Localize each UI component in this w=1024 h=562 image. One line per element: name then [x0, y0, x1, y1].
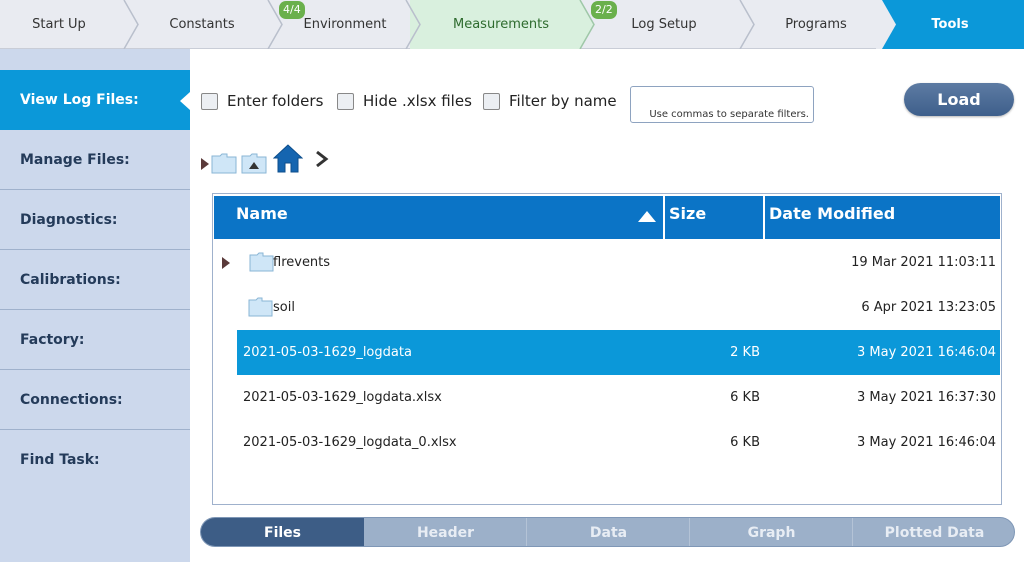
tab-files[interactable]: Files: [201, 518, 364, 546]
chevron-right-icon[interactable]: [314, 150, 330, 168]
filter-hint: Use commas to separate filters.: [649, 109, 809, 120]
step-separator-icon: [739, 0, 755, 49]
file-name: flrevents: [273, 255, 331, 270]
tab-data[interactable]: Data: [527, 518, 690, 546]
sidebar-item-find-task[interactable]: Find Task:: [0, 430, 190, 490]
enter-folders-checkbox[interactable]: [201, 92, 218, 110]
step-separator-icon: [123, 0, 139, 49]
sidebar-item-label: Manage Files:: [20, 152, 130, 168]
hide-xlsx-checkbox[interactable]: [337, 92, 354, 110]
sidebar-item-connections[interactable]: Connections:: [0, 370, 190, 430]
step-label: Environment: [303, 17, 387, 32]
filter-by-name-label: Filter by name: [509, 92, 617, 110]
step-label: Measurements: [452, 17, 550, 32]
sidebar-item-label: Diagnostics:: [20, 212, 118, 228]
sidebar-item-label: Connections:: [20, 392, 123, 408]
file-date: 19 Mar 2021 11:03:11: [851, 255, 996, 270]
step-label: Constants: [169, 17, 235, 32]
column-header-label: Date Modified: [769, 204, 896, 223]
tab-label: Header: [416, 525, 475, 541]
sidebar-item-label: View Log Files:: [20, 92, 139, 108]
enter-folders-label: Enter folders: [227, 92, 324, 110]
folder-icon[interactable]: [211, 152, 237, 174]
hide-xlsx-label: Hide .xlsx files: [363, 92, 472, 110]
file-table: Name Size Date Modified flrevents 19 Mar…: [212, 193, 1002, 505]
step-programs[interactable]: Programs: [748, 0, 884, 49]
wizard-bar: Start Up Constants Environment 4/4 Measu…: [0, 0, 1024, 49]
step-badge: 4/4: [279, 1, 305, 19]
file-size: 6 KB: [730, 390, 760, 405]
filter-input[interactable]: Use commas to separate filters.: [630, 86, 814, 123]
home-icon[interactable]: [273, 143, 303, 174]
table-header: Name Size Date Modified: [214, 196, 1000, 239]
tab-label: Graph: [747, 525, 796, 541]
file-size: 2 KB: [730, 345, 760, 360]
column-header-date-modified[interactable]: Date Modified: [769, 196, 999, 239]
step-label: Log Setup: [631, 17, 697, 32]
enter-folders-option[interactable]: Enter folders: [201, 92, 323, 110]
view-tabs: Files Header Data Graph Plotted Data: [200, 517, 1015, 547]
sidebar-item-factory[interactable]: Factory:: [0, 310, 190, 370]
file-name: 2021-05-03-1629_logdata_0.xlsx: [243, 435, 457, 450]
table-row[interactable]: 2021-05-03-1629_logdata_0.xlsx 6 KB 3 Ma…: [237, 420, 1000, 465]
table-row[interactable]: flrevents 19 Mar 2021 11:03:11: [214, 240, 1000, 285]
tab-label: Data: [589, 525, 628, 541]
column-header-label: Name: [236, 204, 288, 223]
file-name: 2021-05-03-1629_logdata.xlsx: [243, 390, 442, 405]
step-separator-icon: [876, 0, 896, 49]
sidebar-item-diagnostics[interactable]: Diagnostics:: [0, 190, 190, 250]
step-measurements[interactable]: Measurements: [414, 0, 588, 49]
table-row-selected[interactable]: 2021-05-03-1629_logdata 2 KB 3 May 2021 …: [237, 330, 1000, 375]
column-header-name[interactable]: Name: [236, 196, 664, 239]
step-label: Programs: [785, 17, 847, 32]
filter-by-name-checkbox[interactable]: [483, 92, 500, 110]
file-size: 6 KB: [730, 435, 760, 450]
step-badge: 2/2: [591, 1, 617, 19]
sidebar-item-label: Factory:: [20, 332, 85, 348]
step-tools[interactable]: Tools: [890, 0, 1010, 49]
column-divider[interactable]: [763, 196, 765, 239]
tab-graph[interactable]: Graph: [690, 518, 853, 546]
sidebar-item-label: Calibrations:: [20, 272, 121, 288]
sidebar-item-manage-files[interactable]: Manage Files:: [0, 130, 190, 190]
sidebar-item-calibrations[interactable]: Calibrations:: [0, 250, 190, 310]
step-constants[interactable]: Constants: [132, 0, 272, 49]
file-date: 6 Apr 2021 13:23:05: [861, 300, 996, 315]
folder-icon: [248, 297, 273, 317]
table-row[interactable]: soil 6 Apr 2021 13:23:05: [214, 285, 1000, 330]
expand-triangle-icon[interactable]: [200, 156, 210, 172]
expand-triangle-icon[interactable]: [222, 257, 230, 269]
step-label: Start Up: [32, 17, 86, 32]
file-date: 3 May 2021 16:46:04: [856, 435, 996, 450]
tab-label: Files: [264, 525, 301, 541]
step-separator-icon: [405, 0, 421, 49]
sort-ascending-icon: [638, 211, 656, 222]
step-start-up[interactable]: Start Up: [0, 0, 118, 49]
step-label: Tools: [931, 17, 969, 32]
folder-up-icon[interactable]: [241, 152, 267, 174]
folder-icon: [249, 252, 274, 272]
sidebar: View Log Files: Manage Files: Diagnostic…: [0, 49, 190, 562]
active-indicator-icon: [180, 92, 190, 110]
sidebar-item-label: Find Task:: [20, 452, 100, 468]
tab-plotted-data[interactable]: Plotted Data: [853, 518, 1014, 546]
load-button[interactable]: Load: [904, 83, 1014, 116]
file-date: 3 May 2021 16:37:30: [856, 390, 996, 405]
column-header-label: Size: [669, 204, 707, 223]
column-divider[interactable]: [663, 196, 665, 239]
file-name: 2021-05-03-1629_logdata: [243, 345, 412, 360]
hide-xlsx-option[interactable]: Hide .xlsx files: [337, 92, 472, 110]
file-date: 3 May 2021 16:46:04: [856, 345, 996, 360]
tab-header[interactable]: Header: [364, 518, 527, 546]
tab-label: Plotted Data: [884, 525, 985, 541]
table-row[interactable]: 2021-05-03-1629_logdata.xlsx 6 KB 3 May …: [237, 375, 1000, 420]
file-name: soil: [273, 300, 295, 315]
sidebar-item-view-log-files[interactable]: View Log Files:: [0, 70, 190, 130]
column-header-size[interactable]: Size: [669, 196, 764, 239]
filter-by-name-option[interactable]: Filter by name: [483, 92, 617, 110]
